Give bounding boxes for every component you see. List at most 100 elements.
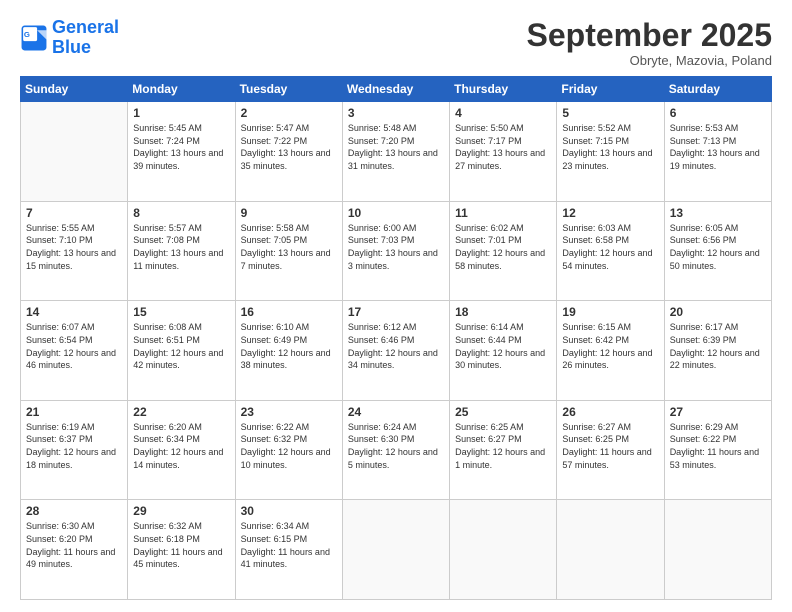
calendar-header-saturday: Saturday [664, 77, 771, 102]
day-number: 23 [241, 405, 337, 419]
cell-info: Sunrise: 6:34 AMSunset: 6:15 PMDaylight:… [241, 520, 337, 570]
calendar-cell: 23 Sunrise: 6:22 AMSunset: 6:32 PMDayligh… [235, 400, 342, 500]
calendar-cell [342, 500, 449, 600]
cell-info: Sunrise: 5:53 AMSunset: 7:13 PMDaylight:… [670, 122, 766, 172]
calendar-cell: 4 Sunrise: 5:50 AMSunset: 7:17 PMDaylight… [450, 102, 557, 202]
cell-info: Sunrise: 5:50 AMSunset: 7:17 PMDaylight:… [455, 122, 551, 172]
cell-info: Sunrise: 6:25 AMSunset: 6:27 PMDaylight:… [455, 421, 551, 471]
day-number: 11 [455, 206, 551, 220]
calendar-header-wednesday: Wednesday [342, 77, 449, 102]
day-number: 17 [348, 305, 444, 319]
calendar-header-tuesday: Tuesday [235, 77, 342, 102]
cell-info: Sunrise: 5:45 AMSunset: 7:24 PMDaylight:… [133, 122, 229, 172]
calendar-cell: 16 Sunrise: 6:10 AMSunset: 6:49 PMDayligh… [235, 301, 342, 401]
calendar-cell: 15Sunrise: 6:08 AMSunset: 6:51 PMDayligh… [128, 301, 235, 401]
calendar-cell: 28 Sunrise: 6:30 AMSunset: 6:20 PMDayligh… [21, 500, 128, 600]
calendar-cell: 11 Sunrise: 6:02 AMSunset: 7:01 PMDayligh… [450, 201, 557, 301]
calendar-cell: 8 Sunrise: 5:57 AMSunset: 7:08 PMDaylight… [128, 201, 235, 301]
page: G General Blue September 2025 Obryte, Ma… [0, 0, 792, 612]
day-number: 21 [26, 405, 122, 419]
logo-icon: G [20, 24, 48, 52]
day-number: 12 [562, 206, 658, 220]
logo-text: General Blue [52, 18, 119, 58]
day-number: 19 [562, 305, 658, 319]
cell-info: Sunrise: 6:30 AMSunset: 6:20 PMDaylight:… [26, 520, 122, 570]
day-number: 5 [562, 106, 658, 120]
calendar-cell: 22 Sunrise: 6:20 AMSunset: 6:34 PMDayligh… [128, 400, 235, 500]
day-number: 18 [455, 305, 551, 319]
month-title: September 2025 [527, 18, 772, 53]
day-number: 20 [670, 305, 766, 319]
calendar-cell [557, 500, 664, 600]
day-number: 26 [562, 405, 658, 419]
header: G General Blue September 2025 Obryte, Ma… [20, 18, 772, 68]
cell-info: Sunrise: 5:52 AMSunset: 7:15 PMDaylight:… [562, 122, 658, 172]
day-number: 1 [133, 106, 229, 120]
calendar-week-row: 21Sunrise: 6:19 AMSunset: 6:37 PMDayligh… [21, 400, 772, 500]
calendar-cell [450, 500, 557, 600]
calendar-cell: 13Sunrise: 6:05 AMSunset: 6:56 PMDayligh… [664, 201, 771, 301]
calendar-cell: 20 Sunrise: 6:17 AMSunset: 6:39 PMDayligh… [664, 301, 771, 401]
calendar-cell: 27 Sunrise: 6:29 AMSunset: 6:22 PMDayligh… [664, 400, 771, 500]
calendar-cell: 3Sunrise: 5:48 AMSunset: 7:20 PMDaylight… [342, 102, 449, 202]
svg-text:G: G [24, 30, 30, 39]
calendar-cell: 12Sunrise: 6:03 AMSunset: 6:58 PMDayligh… [557, 201, 664, 301]
cell-info: Sunrise: 5:58 AMSunset: 7:05 PMDaylight:… [241, 222, 337, 272]
calendar-cell: 10 Sunrise: 6:00 AMSunset: 7:03 PMDayligh… [342, 201, 449, 301]
calendar-cell: 26Sunrise: 6:27 AMSunset: 6:25 PMDayligh… [557, 400, 664, 500]
cell-info: Sunrise: 6:15 AMSunset: 6:42 PMDaylight:… [562, 321, 658, 371]
calendar-cell: 24 Sunrise: 6:24 AMSunset: 6:30 PMDayligh… [342, 400, 449, 500]
calendar-cell [664, 500, 771, 600]
calendar-cell: 21Sunrise: 6:19 AMSunset: 6:37 PMDayligh… [21, 400, 128, 500]
cell-info: Sunrise: 5:47 AMSunset: 7:22 PMDaylight:… [241, 122, 337, 172]
calendar-cell: 25Sunrise: 6:25 AMSunset: 6:27 PMDayligh… [450, 400, 557, 500]
calendar-cell: 29 Sunrise: 6:32 AMSunset: 6:18 PMDayligh… [128, 500, 235, 600]
cell-info: Sunrise: 6:10 AMSunset: 6:49 PMDaylight:… [241, 321, 337, 371]
cell-info: Sunrise: 6:02 AMSunset: 7:01 PMDaylight:… [455, 222, 551, 272]
calendar-cell: 9 Sunrise: 5:58 AMSunset: 7:05 PMDaylight… [235, 201, 342, 301]
calendar-cell: 14Sunrise: 6:07 AMSunset: 6:54 PMDayligh… [21, 301, 128, 401]
title-block: September 2025 Obryte, Mazovia, Poland [527, 18, 772, 68]
calendar-cell: 19 Sunrise: 6:15 AMSunset: 6:42 PMDayligh… [557, 301, 664, 401]
cell-info: Sunrise: 6:12 AMSunset: 6:46 PMDaylight:… [348, 321, 444, 371]
logo-line1: General [52, 17, 119, 37]
cell-info: Sunrise: 6:14 AMSunset: 6:44 PMDaylight:… [455, 321, 551, 371]
calendar-header-row: SundayMondayTuesdayWednesdayThursdayFrid… [21, 77, 772, 102]
cell-info: Sunrise: 6:29 AMSunset: 6:22 PMDaylight:… [670, 421, 766, 471]
cell-info: Sunrise: 6:00 AMSunset: 7:03 PMDaylight:… [348, 222, 444, 272]
calendar-cell: 17 Sunrise: 6:12 AMSunset: 6:46 PMDayligh… [342, 301, 449, 401]
day-number: 10 [348, 206, 444, 220]
day-number: 8 [133, 206, 229, 220]
cell-info: Sunrise: 6:32 AMSunset: 6:18 PMDaylight:… [133, 520, 229, 570]
calendar-cell: 18 Sunrise: 6:14 AMSunset: 6:44 PMDayligh… [450, 301, 557, 401]
calendar-header-friday: Friday [557, 77, 664, 102]
cell-info: Sunrise: 5:55 AMSunset: 7:10 PMDaylight:… [26, 222, 122, 272]
day-number: 27 [670, 405, 766, 419]
calendar-table: SundayMondayTuesdayWednesdayThursdayFrid… [20, 76, 772, 600]
day-number: 24 [348, 405, 444, 419]
calendar-header-sunday: Sunday [21, 77, 128, 102]
cell-info: Sunrise: 6:22 AMSunset: 6:32 PMDaylight:… [241, 421, 337, 471]
cell-info: Sunrise: 6:17 AMSunset: 6:39 PMDaylight:… [670, 321, 766, 371]
calendar-cell: 30 Sunrise: 6:34 AMSunset: 6:15 PMDayligh… [235, 500, 342, 600]
calendar-cell [21, 102, 128, 202]
calendar-cell: 2Sunrise: 5:47 AMSunset: 7:22 PMDaylight… [235, 102, 342, 202]
day-number: 22 [133, 405, 229, 419]
day-number: 7 [26, 206, 122, 220]
day-number: 14 [26, 305, 122, 319]
cell-info: Sunrise: 6:08 AMSunset: 6:51 PMDaylight:… [133, 321, 229, 371]
calendar-week-row: 28 Sunrise: 6:30 AMSunset: 6:20 PMDayligh… [21, 500, 772, 600]
calendar-header-monday: Monday [128, 77, 235, 102]
cell-info: Sunrise: 6:20 AMSunset: 6:34 PMDaylight:… [133, 421, 229, 471]
day-number: 30 [241, 504, 337, 518]
cell-info: Sunrise: 6:05 AMSunset: 6:56 PMDaylight:… [670, 222, 766, 272]
day-number: 29 [133, 504, 229, 518]
cell-info: Sunrise: 5:57 AMSunset: 7:08 PMDaylight:… [133, 222, 229, 272]
cell-info: Sunrise: 6:24 AMSunset: 6:30 PMDaylight:… [348, 421, 444, 471]
day-number: 28 [26, 504, 122, 518]
day-number: 4 [455, 106, 551, 120]
day-number: 9 [241, 206, 337, 220]
calendar-cell: 5 Sunrise: 5:52 AMSunset: 7:15 PMDaylight… [557, 102, 664, 202]
calendar-cell: 6Sunrise: 5:53 AMSunset: 7:13 PMDaylight… [664, 102, 771, 202]
day-number: 16 [241, 305, 337, 319]
